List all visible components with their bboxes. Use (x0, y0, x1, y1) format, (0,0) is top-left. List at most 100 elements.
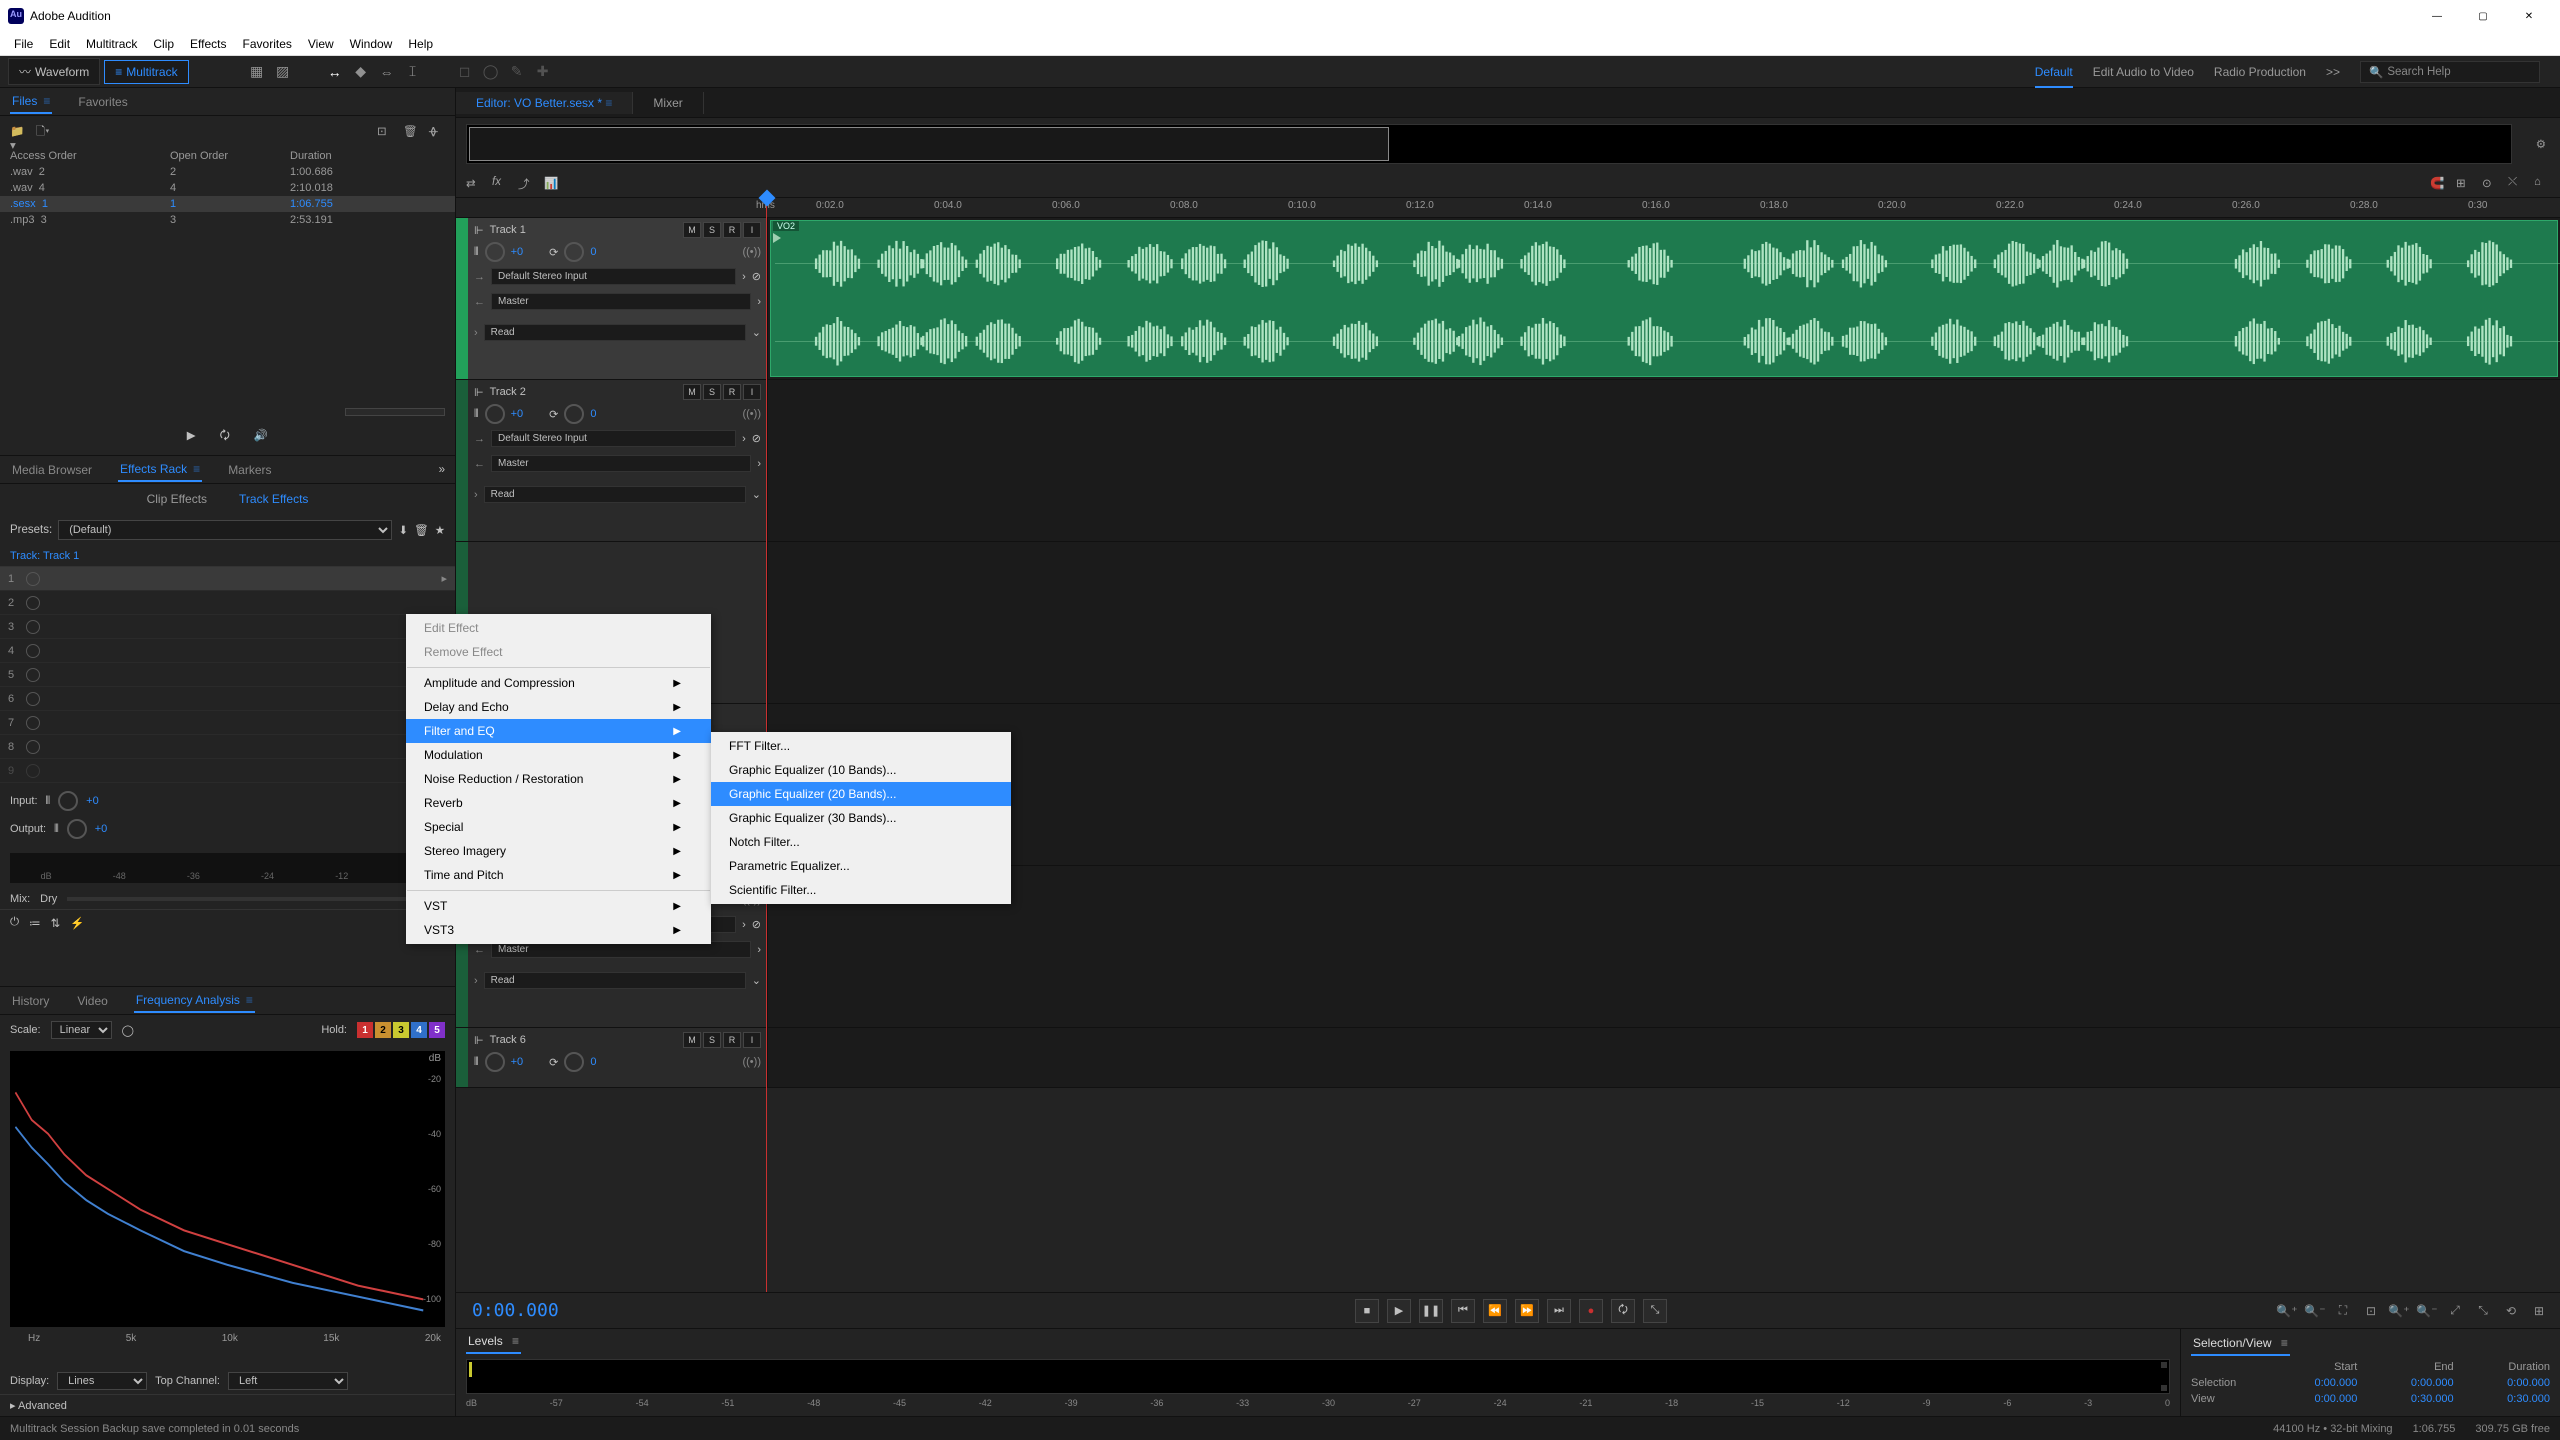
menu-item[interactable]: Scientific Filter... (711, 878, 1011, 902)
tab-levels[interactable]: Levels ≡ (466, 1330, 521, 1354)
mix-slider[interactable] (67, 897, 415, 901)
volume-knob[interactable] (485, 1052, 505, 1072)
heal-tool[interactable]: ✚ (533, 62, 553, 82)
chevron-icon[interactable]: › (757, 296, 761, 308)
gear-icon[interactable]: ⚙ (2522, 137, 2560, 151)
pan-knob[interactable] (564, 242, 584, 262)
track-header-6[interactable]: ⊩ Track 6 M S R I ⫴ +0 ⟳ (468, 1028, 768, 1087)
record-arm-button[interactable]: R (723, 1032, 741, 1048)
marquee-tool[interactable]: ◻ (455, 62, 475, 82)
selection-duration[interactable]: 0:00.000 (2468, 1377, 2550, 1389)
menu-item[interactable]: Graphic Equalizer (10 Bands)... (711, 758, 1011, 782)
tab-selection-view[interactable]: Selection/View ≡ (2191, 1332, 2290, 1356)
zoom-out-amp-button[interactable]: 🔍⁻ (2304, 1300, 2326, 1322)
record-arm-button[interactable]: R (723, 222, 741, 238)
presets-dropdown[interactable]: (Default) (58, 520, 392, 540)
stop-button[interactable]: ■ (1355, 1299, 1379, 1323)
loop-button[interactable]: 🗘 (1611, 1299, 1635, 1323)
pan-value[interactable]: 0 (590, 408, 596, 420)
tool-1[interactable]: ▦ (247, 62, 267, 82)
menu-item[interactable]: Noise Reduction / Restoration▶ (406, 767, 711, 791)
power-icon[interactable] (26, 692, 40, 706)
menu-favorites[interactable]: Favorites (235, 34, 300, 54)
menu-item[interactable]: Graphic Equalizer (30 Bands)... (711, 806, 1011, 830)
tab-favorites[interactable]: Favorites (76, 91, 129, 113)
chevron-down-icon[interactable]: ⌄ (752, 326, 761, 339)
menu-file[interactable]: File (6, 34, 41, 54)
insert-button[interactable]: ⊡ (377, 124, 393, 140)
rewind-button[interactable]: ⏪ (1483, 1299, 1507, 1323)
track-color-strip[interactable] (456, 218, 468, 379)
track-content-3[interactable] (768, 542, 2560, 703)
go-to-end-button[interactable]: ⏭ (1547, 1299, 1571, 1323)
favorite-preset-button[interactable]: ★ (435, 523, 445, 537)
timecode-display[interactable]: 0:00.000 (466, 1300, 746, 1321)
power-icon[interactable] (26, 716, 40, 730)
workspace-radio[interactable]: Radio Production (2214, 65, 2306, 79)
input-monitor-button[interactable]: I (743, 384, 761, 400)
menu-item[interactable]: Special▶ (406, 815, 711, 839)
ripple-button[interactable]: ⊙ (2482, 176, 2498, 192)
automation-dropdown[interactable]: Read (484, 972, 746, 989)
workspace-default[interactable]: Default (2035, 65, 2073, 88)
mute-button[interactable]: M (683, 1032, 701, 1048)
menu-item[interactable]: Amplitude and Compression▶ (406, 671, 711, 695)
tab-frequency[interactable]: Frequency Analysis≡ (134, 989, 255, 1013)
panel-menu-icon[interactable]: ≡ (43, 94, 50, 108)
fx-slot-9[interactable]: 9 (0, 759, 455, 783)
power-icon[interactable] (26, 596, 40, 610)
slip-tool[interactable]: ⇔ (377, 62, 397, 82)
workspace-edit-audio[interactable]: Edit Audio to Video (2093, 65, 2194, 79)
razor-tool[interactable]: ◆ (351, 62, 371, 82)
menu-item[interactable]: Filter and EQ▶ (406, 719, 711, 743)
view-start[interactable]: 0:00.000 (2275, 1393, 2357, 1405)
track-name[interactable]: Track 1 (490, 224, 677, 236)
track-content-4[interactable] (768, 704, 2560, 865)
power-icon[interactable] (26, 740, 40, 754)
fx-slot-2[interactable]: 2 (0, 591, 455, 615)
go-to-start-button[interactable]: ⏮ (1451, 1299, 1475, 1323)
record-arm-button[interactable]: R (723, 384, 741, 400)
tab-editor[interactable]: Editor: VO Better.sesx * ≡ (456, 92, 633, 114)
selection-end[interactable]: 0:00.000 (2371, 1377, 2453, 1389)
brush-tool[interactable]: ✎ (507, 62, 527, 82)
view-end[interactable]: 0:30.000 (2371, 1393, 2453, 1405)
fx-slot-5[interactable]: 5 (0, 663, 455, 687)
levels-meter[interactable] (466, 1359, 2170, 1394)
stereo-icon[interactable]: ((•)) (742, 246, 761, 258)
power-icon[interactable] (26, 620, 40, 634)
metronome-button[interactable]: ⌂ (2534, 176, 2550, 192)
lasso-tool[interactable]: ◯ (481, 62, 501, 82)
input-dropdown[interactable]: Default Stereo Input (491, 430, 736, 447)
menu-item[interactable]: FFT Filter... (711, 734, 1011, 758)
fx-slot-8[interactable]: 8 (0, 735, 455, 759)
pan-value[interactable]: 0 (590, 246, 596, 258)
track-name[interactable]: Track 2 (490, 386, 677, 398)
audio-clip[interactable]: VO2 (770, 220, 2558, 377)
mute-button[interactable]: M (683, 384, 701, 400)
record-button[interactable]: ● (1579, 1299, 1603, 1323)
tab-clip-effects[interactable]: Clip Effects (141, 490, 213, 508)
zoom-in-time-button[interactable]: 🔍⁺ (2388, 1300, 2410, 1322)
hold-4[interactable]: 4 (411, 1022, 427, 1038)
snap-button[interactable]: ⇄ (466, 176, 482, 192)
tab-mixer[interactable]: Mixer (633, 92, 703, 114)
hold-1[interactable]: 1 (357, 1022, 373, 1038)
input-value[interactable]: +0 (86, 795, 99, 807)
play-button[interactable]: ▶ (1387, 1299, 1411, 1323)
power-icon[interactable] (26, 572, 40, 586)
track-content-1[interactable]: VO2 (768, 218, 2560, 379)
power-icon[interactable] (26, 764, 40, 778)
close-file-button[interactable]: 🗑 (403, 124, 419, 140)
file-row[interactable]: .sesx 1 1 1:06.755 (0, 196, 455, 212)
fx-routing-button[interactable]: ⇅ (51, 916, 61, 930)
input-monitor-button[interactable]: I (743, 222, 761, 238)
pan-knob[interactable] (564, 1052, 584, 1072)
tab-files[interactable]: Files≡ (10, 90, 52, 114)
track-collapse-icon[interactable]: ⊩ (474, 386, 484, 399)
zoom-fit-button[interactable]: ⊞ (2528, 1300, 2550, 1322)
tab-history[interactable]: History (10, 990, 51, 1012)
menu-item[interactable]: Notch Filter... (711, 830, 1011, 854)
zoom-selection-button[interactable]: ⊡ (2360, 1300, 2382, 1322)
mute-button[interactable]: M (683, 222, 701, 238)
